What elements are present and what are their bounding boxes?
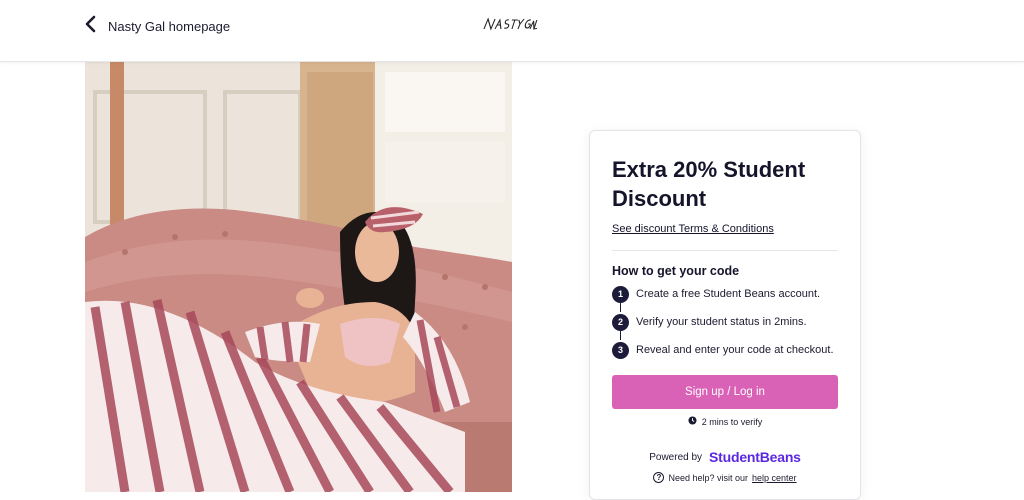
back-link-label: Nasty Gal homepage — [108, 18, 231, 34]
step-text: Create a free Student Beans account. — [636, 288, 821, 300]
step-connector — [620, 331, 621, 340]
sign-up-login-button[interactable]: Sign up / Log in — [612, 375, 838, 409]
brand-logo[interactable] — [479, 12, 540, 36]
powered-by: Powered by StudentBeans — [590, 449, 860, 465]
clock-icon — [688, 416, 697, 427]
verify-time-note: 2 mins to verify — [590, 416, 860, 427]
help-prefix-text: Need help? visit our — [668, 472, 748, 483]
step-text: Reveal and enter your code at checkout. — [636, 344, 834, 356]
step-2: 2 Verify your student status in 2mins. — [612, 312, 807, 332]
discount-title: Extra 20% Student Discount — [612, 157, 806, 211]
step-number-badge: 2 — [612, 313, 629, 331]
step-3: 3 Reveal and enter your code at checkout… — [612, 340, 834, 360]
divider — [612, 250, 838, 251]
step-number-badge: 1 — [612, 285, 629, 303]
powered-by-label: Powered by — [649, 451, 703, 463]
step-1: 1 Create a free Student Beans account. — [612, 284, 820, 304]
how-to-get-code-heading: How to get your code — [612, 264, 740, 278]
step-connector — [620, 303, 621, 312]
student-discount-card: Extra 20% Student Discount See discount … — [589, 130, 861, 500]
step-number-badge: 3 — [612, 341, 629, 359]
question-circle-icon: ? — [653, 472, 665, 483]
verify-note-text: 2 mins to verify — [701, 416, 763, 427]
chevron-left-icon — [84, 15, 98, 38]
site-header: Nasty Gal homepage — [0, 0, 1024, 62]
studentbeans-logo[interactable]: StudentBeans — [709, 449, 801, 465]
hero-image — [85, 62, 512, 492]
help-center-link[interactable]: help center — [752, 473, 797, 483]
back-to-homepage-link[interactable]: Nasty Gal homepage — [84, 14, 230, 38]
step-text: Verify your student status in 2mins. — [636, 316, 807, 328]
help-row: ? Need help? visit our help center — [590, 472, 860, 483]
terms-conditions-link[interactable]: See discount Terms & Conditions — [612, 223, 774, 235]
hero-photo-illustration — [85, 62, 512, 492]
